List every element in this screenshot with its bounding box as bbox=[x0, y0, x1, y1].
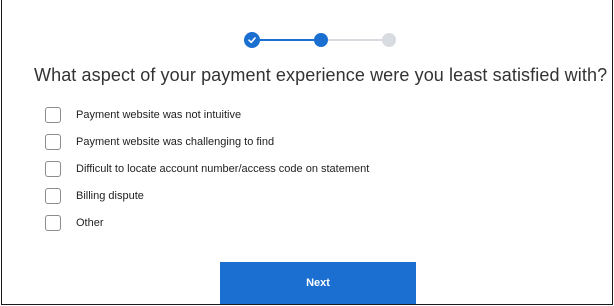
option-label: Billing dispute bbox=[76, 189, 144, 202]
progress-line-incomplete bbox=[328, 39, 388, 41]
option-label: Other bbox=[76, 216, 104, 229]
option-item[interactable]: Difficult to locate account number/acces… bbox=[45, 155, 369, 182]
step-1-complete bbox=[244, 32, 260, 48]
option-item[interactable]: Payment website was challenging to find bbox=[45, 128, 369, 155]
option-checkbox[interactable] bbox=[45, 214, 61, 231]
option-item[interactable]: Payment website was not intuitive bbox=[45, 101, 369, 128]
option-label: Payment website was not intuitive bbox=[76, 108, 242, 121]
progress-line-complete bbox=[258, 39, 318, 41]
question-title: What aspect of your payment experience w… bbox=[34, 65, 608, 85]
step-2-current bbox=[314, 33, 328, 47]
next-button[interactable]: Next bbox=[220, 262, 416, 304]
option-checkbox[interactable] bbox=[45, 133, 61, 150]
options-list: Payment website was not intuitive Paymen… bbox=[45, 101, 369, 236]
option-item[interactable]: Other bbox=[45, 209, 369, 236]
option-checkbox[interactable] bbox=[45, 160, 61, 177]
step-3-upcoming bbox=[382, 33, 396, 47]
option-label: Difficult to locate account number/acces… bbox=[76, 162, 370, 175]
checkmark-icon bbox=[248, 37, 256, 44]
option-item[interactable]: Billing dispute bbox=[45, 182, 369, 209]
option-checkbox[interactable] bbox=[45, 187, 61, 204]
progress-stepper bbox=[244, 30, 400, 50]
option-checkbox[interactable] bbox=[45, 106, 61, 123]
survey-card: What aspect of your payment experience w… bbox=[1, 0, 613, 305]
option-label: Payment website was challenging to find bbox=[76, 135, 275, 148]
